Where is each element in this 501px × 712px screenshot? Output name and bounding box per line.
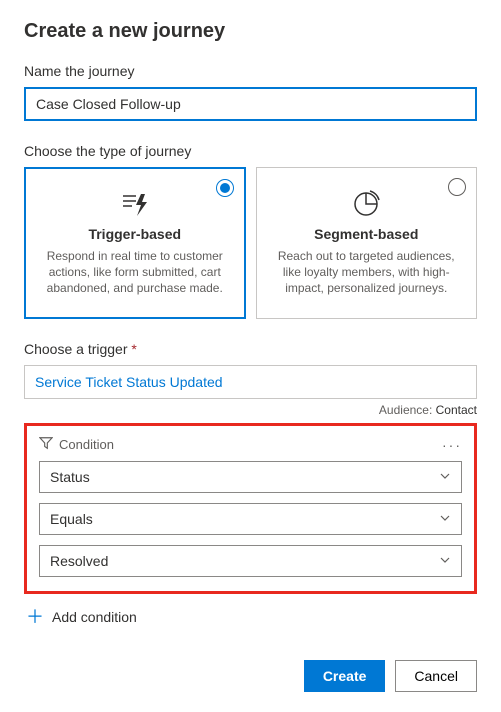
condition-block: Condition ··· Status Equals Resolved	[24, 423, 477, 594]
audience-label: Audience: Contact	[24, 403, 477, 417]
condition-field-select[interactable]: Status	[39, 461, 462, 493]
card-title: Trigger-based	[37, 226, 233, 242]
radio-icon	[216, 179, 234, 197]
cancel-button[interactable]: Cancel	[395, 660, 477, 692]
card-title: Segment-based	[269, 226, 465, 242]
more-icon[interactable]: ···	[442, 437, 462, 453]
card-desc: Reach out to targeted audiences, like lo…	[269, 248, 465, 297]
plus-icon: ＋	[26, 608, 44, 626]
create-button[interactable]: Create	[304, 660, 386, 692]
condition-value-select[interactable]: Resolved	[39, 545, 462, 577]
filter-icon	[39, 436, 53, 453]
add-condition-button[interactable]: ＋ Add condition	[24, 604, 477, 630]
condition-operator-select[interactable]: Equals	[39, 503, 462, 535]
trigger-input[interactable]: Service Ticket Status Updated	[24, 365, 477, 399]
chevron-down-icon	[439, 469, 451, 485]
chevron-down-icon	[439, 511, 451, 527]
pie-chart-icon	[350, 190, 382, 218]
journey-name-input[interactable]	[24, 87, 477, 121]
type-label: Choose the type of journey	[24, 143, 477, 159]
trigger-label: Choose a trigger *	[24, 341, 477, 357]
radio-icon	[448, 178, 466, 196]
chevron-down-icon	[439, 553, 451, 569]
type-card-trigger[interactable]: Trigger-based Respond in real time to cu…	[24, 167, 246, 319]
lightning-icon	[119, 190, 151, 218]
type-card-segment[interactable]: Segment-based Reach out to targeted audi…	[256, 167, 478, 319]
name-label: Name the journey	[24, 63, 477, 79]
condition-label: Condition	[59, 437, 114, 452]
page-title: Create a new journey	[24, 20, 477, 43]
card-desc: Respond in real time to customer actions…	[37, 248, 233, 297]
